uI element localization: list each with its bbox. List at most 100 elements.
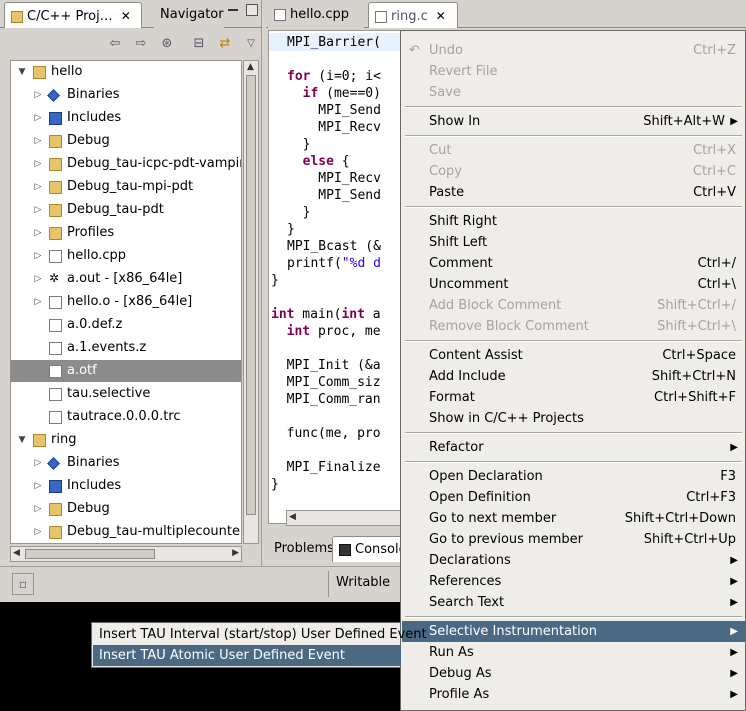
tab-console[interactable]: Console <box>332 536 407 562</box>
link-editor-icon[interactable]: ⇄ <box>216 35 234 53</box>
tree-item[interactable]: ▷ Includes <box>11 475 241 497</box>
expand-right-icon[interactable]: ▷ <box>33 176 43 198</box>
scroll-right-icon[interactable]: ▶ <box>232 548 239 558</box>
expand-right-icon[interactable]: ▷ <box>33 222 43 244</box>
menu-item-format[interactable]: Format Ctrl+Shift+F <box>402 387 745 408</box>
close-icon[interactable]: ✕ <box>436 3 446 29</box>
close-icon[interactable]: ✕ <box>121 3 131 29</box>
expand-right-icon[interactable]: ▷ <box>33 498 43 520</box>
menu-item-declarations[interactable]: Declarations ▶ <box>402 550 745 571</box>
project-tree: ▼ hello ▷ Binaries ▷ Includes ▷ Debug ▷ Debug_tau… <box>10 60 242 544</box>
scroll-thumb[interactable] <box>25 549 155 559</box>
tab-navigator[interactable]: Navigator <box>154 2 224 28</box>
menu-item-open-declaration[interactable]: Open Declaration F3 <box>402 466 745 487</box>
tree-horizontal-scrollbar[interactable]: ◀ ▶ <box>10 546 242 562</box>
tree-vertical-scrollbar[interactable]: ▲ <box>243 60 259 544</box>
view-menu-icon[interactable]: ▽ <box>242 35 260 53</box>
submenu-item[interactable]: Insert TAU Atomic User Defined Event <box>93 645 401 666</box>
submenu-item[interactable]: Insert TAU Interval (start/stop) User De… <box>93 624 427 645</box>
tree-item[interactable]: ▷ hello.o - [x86_64le] <box>11 291 241 313</box>
submenu-arrow-icon: ▶ <box>730 116 738 127</box>
expand-down-icon[interactable]: ▼ <box>17 429 27 451</box>
expand-down-icon[interactable]: ▼ <box>17 61 27 83</box>
menu-item-remove-block-comment: Remove Block Comment Shift+Ctrl+\ <box>402 316 745 337</box>
scroll-thumb[interactable] <box>246 75 256 515</box>
tree-item[interactable]: ▷ Profiles <box>11 222 241 244</box>
tree-item[interactable]: a.0.def.z <box>11 314 241 336</box>
tree-item[interactable]: tautrace.0.0.0.trc <box>11 406 241 428</box>
expand-right-icon[interactable]: ▷ <box>33 291 43 313</box>
tree-item[interactable]: ▼ hello <box>11 61 241 83</box>
tab-hello-cpp[interactable]: hello.cpp <box>268 2 364 28</box>
expand-right-icon[interactable]: ▷ <box>33 84 43 106</box>
menu-item-content-assist[interactable]: Content Assist Ctrl+Space <box>402 345 745 366</box>
menu-item-run-as[interactable]: Run As ▶ <box>402 642 745 663</box>
tree-item[interactable]: ▷ Binaries <box>11 84 241 106</box>
menu-item-label: Uncomment <box>429 277 509 292</box>
tab-ring-c[interactable]: ring.c ✕ <box>368 2 458 28</box>
tree-item[interactable]: ▷ Includes <box>11 107 241 129</box>
back-arrow-icon[interactable]: ⇦ <box>106 35 124 53</box>
tree-item[interactable]: ▷ Debug <box>11 498 241 520</box>
menu-item-search-text[interactable]: Search Text ▶ <box>402 592 745 613</box>
menu-item-label: Show in C/C++ Projects <box>429 411 584 426</box>
up-folder-icon[interactable]: ⊛ <box>158 35 176 53</box>
menu-item-save: Save <box>402 82 745 103</box>
menu-item-references[interactable]: References ▶ <box>402 571 745 592</box>
menu-item-debug-as[interactable]: Debug As ▶ <box>402 663 745 684</box>
menu-item-go-to-previous-member[interactable]: Go to previous member Shift+Ctrl+Up <box>402 529 745 550</box>
menu-item-shift-right[interactable]: Shift Right <box>402 211 745 232</box>
tab-problems[interactable]: Problems <box>268 536 334 562</box>
expand-right-icon[interactable]: ▷ <box>33 475 43 497</box>
tree-item[interactable]: ▷ hello.cpp <box>11 245 241 267</box>
tree-item[interactable]: ▷ Binaries <box>11 452 241 474</box>
code-line: MPI_Finalize <box>271 460 381 475</box>
code-line: func(me, pro <box>271 426 381 441</box>
expand-right-icon[interactable]: ▷ <box>33 153 43 175</box>
menu-item-open-definition[interactable]: Open Definition Ctrl+F3 <box>402 487 745 508</box>
collapse-all-icon[interactable]: ⊟ <box>190 35 208 53</box>
tree-item[interactable]: ▷ Debug_tau-multiplecounters-m <box>11 521 241 543</box>
tree-item[interactable]: tau.selective <box>11 383 241 405</box>
menu-item-comment[interactable]: Comment Ctrl+/ <box>402 253 745 274</box>
menu-item-label: Paste <box>429 185 465 200</box>
tree-item[interactable]: ▼ ring <box>11 429 241 451</box>
forward-arrow-icon[interactable]: ⇨ <box>132 35 150 53</box>
menu-item-selective-instrumentation[interactable]: Selective Instrumentation ▶ <box>402 621 745 642</box>
menu-item-paste[interactable]: Paste Ctrl+V <box>402 182 745 203</box>
menu-item-profile-as[interactable]: Profile As ▶ <box>402 684 745 705</box>
menu-item-refactor[interactable]: Refactor ▶ <box>402 437 745 458</box>
expand-right-icon[interactable]: ▷ <box>33 452 43 474</box>
tree-item[interactable]: a.otf <box>11 360 241 382</box>
tab-cpp-projects[interactable]: C/C++ Proj… ✕ <box>4 2 142 28</box>
minimize-icon[interactable] <box>228 4 240 16</box>
scroll-left-icon[interactable]: ◀ <box>13 548 20 558</box>
fast-view-icon[interactable]: ▫ <box>12 573 34 595</box>
expand-right-icon[interactable]: ▷ <box>33 245 43 267</box>
menu-item-go-to-next-member[interactable]: Go to next member Shift+Ctrl+Down <box>402 508 745 529</box>
tree-item[interactable]: ▷ Debug_tau-mpi-pdt <box>11 176 241 198</box>
tree-item-label: a.0.def.z <box>67 317 123 332</box>
tree-item[interactable]: ▷ Debug <box>11 130 241 152</box>
menu-item-shift-left[interactable]: Shift Left <box>402 232 745 253</box>
menu-item-show-in[interactable]: Show In Shift+Alt+W ▶ <box>402 111 745 132</box>
expand-right-icon[interactable]: ▷ <box>33 130 43 152</box>
tree-item[interactable]: ▷ ✲ a.out - [x86_64le] <box>11 268 241 290</box>
menu-item-show-in-c-c-projects[interactable]: Show in C/C++ Projects <box>402 408 745 429</box>
scroll-left-icon[interactable]: ◀ <box>289 512 296 522</box>
menu-item-add-include[interactable]: Add Include Shift+Ctrl+N <box>402 366 745 387</box>
menu-separator <box>405 461 742 463</box>
menu-item-uncomment[interactable]: Uncomment Ctrl+\ <box>402 274 745 295</box>
tree-item[interactable]: ▷ Debug_tau-icpc-pdt-vampirtrac <box>11 153 241 175</box>
expand-right-icon[interactable]: ▷ <box>33 268 43 290</box>
maximize-icon[interactable] <box>246 4 258 16</box>
code-editor[interactable]: MPI_Barrier(for (i=0; i< if (me==0) MPI_… <box>268 30 408 524</box>
tree-item-label: a.otf <box>67 363 97 378</box>
tree-item[interactable]: a.1.events.z <box>11 337 241 359</box>
scroll-up-icon[interactable]: ▲ <box>247 62 254 72</box>
expand-right-icon[interactable]: ▷ <box>33 199 43 221</box>
editor-horizontal-scrollbar[interactable]: ◀ <box>286 510 406 526</box>
expand-right-icon[interactable]: ▷ <box>33 107 43 129</box>
expand-right-icon[interactable]: ▷ <box>33 521 43 543</box>
tree-item[interactable]: ▷ Debug_tau-pdt <box>11 199 241 221</box>
